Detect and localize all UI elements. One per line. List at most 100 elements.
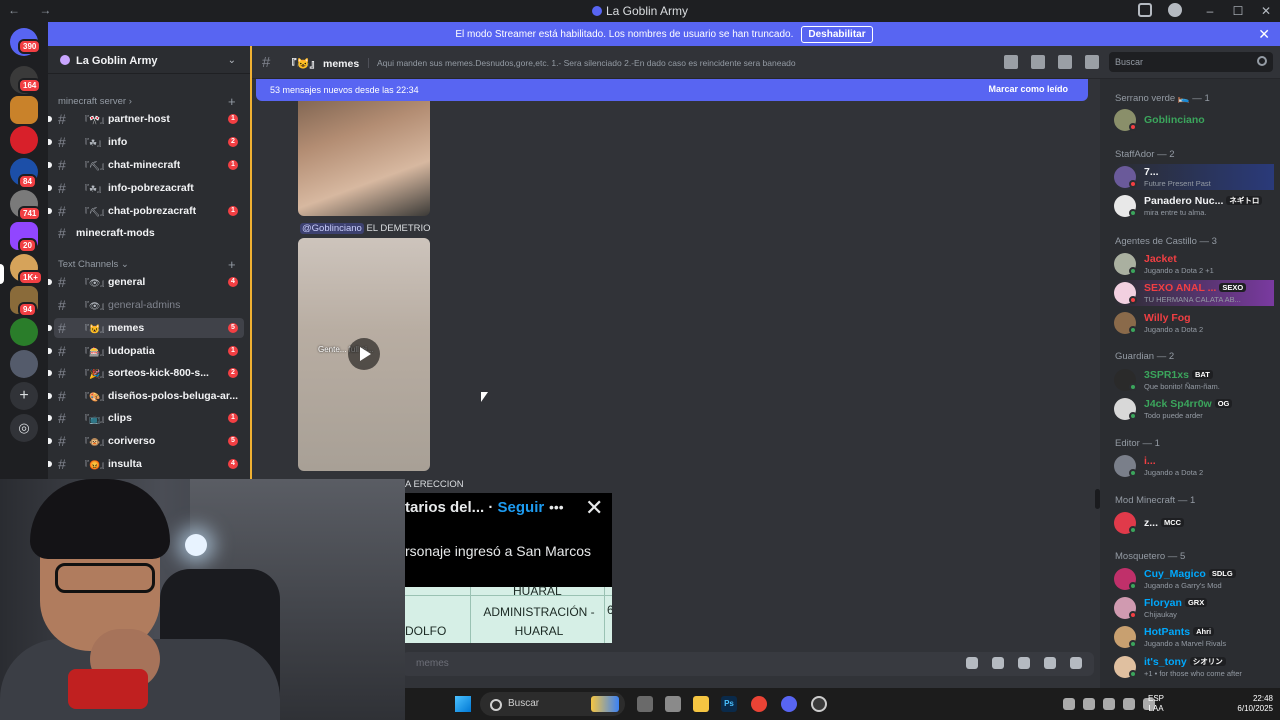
onedrive-icon[interactable] [1083,698,1095,710]
member-item[interactable]: Panadero Nuc... ネギトロ mira entre tu alma. [1114,193,1274,219]
tray-app-icon[interactable] [1123,698,1135,710]
mention-badge: 2 [228,137,238,147]
channel-item[interactable]: # 『🎰』 ludopatia 1 [48,341,244,361]
discover-icon[interactable]: ◎ [10,414,38,442]
minimize-button[interactable]: – [1196,0,1224,22]
channel-item[interactable]: # 『🎌』 partner-host 1 [48,109,244,129]
channel-item[interactable]: # 『🐵』 coriverso 5 [48,431,244,451]
channel-item[interactable]: # 『🎉』 sorteos-kick-800-s... 2 [48,363,244,383]
server-icon[interactable] [10,318,38,346]
add-channel-icon[interactable]: + [228,257,236,272]
disable-streamer-button[interactable]: Deshabilitar [801,25,873,43]
member-item[interactable]: HotPants Ahri Jugando a Marvel Rivals [1114,624,1274,650]
file-explorer-icon[interactable] [693,696,709,712]
hash-icon: # [58,343,66,359]
threads-icon[interactable] [1004,55,1018,69]
gif-icon[interactable] [992,657,1004,669]
play-icon[interactable] [348,338,380,370]
channel-item[interactable]: # 『🎨』 diseños-polos-beluga-ar... [48,386,244,406]
close-icon[interactable]: ✕ [585,495,603,521]
guild-tag: シオリン [1189,657,1226,666]
pin-icon[interactable] [1058,55,1072,69]
discord-taskbar-icon[interactable] [781,696,797,712]
member-item[interactable]: it's_tony シオリン +1 • for those who come aft… [1114,654,1274,680]
unread-pip [48,208,52,214]
channel-item[interactable]: # 『⛏』 chat-minecraft 1 [48,155,244,175]
app-icon[interactable] [811,696,827,712]
tray-app-icon[interactable] [1103,698,1115,710]
member-item[interactable]: z... MCC [1114,510,1274,536]
user-mention[interactable]: @Goblinciano [300,223,364,234]
channel-item-memes[interactable]: # 『😺』 memes 5 [48,318,244,338]
chevron-down-icon[interactable]: ⌄ [228,55,236,66]
member-item[interactable]: Goblinciano [1114,107,1274,133]
search-highlight-icon [591,696,619,712]
hash-icon: # [262,54,271,71]
member-item[interactable]: Floryan GRX Chijaukay [1114,595,1274,621]
video-attachment[interactable]: Gente... full ci... [298,238,430,471]
status-indicator [1129,383,1137,391]
unread-pip [48,461,52,467]
close-window-button[interactable]: ✕ [1252,0,1280,22]
new-messages-bar[interactable]: 53 mensajes nuevos desde las 22:34 Marca… [256,79,1088,101]
hash-icon: # [58,134,66,150]
channel-item[interactable]: # 『👁』 general-admins [54,295,244,315]
inbox-icon[interactable] [1138,3,1152,17]
clock[interactable]: 22:48 6/10/2025 [1223,694,1273,714]
app-icon[interactable] [665,696,681,712]
member-group-title: StaffAdor — 2 [1115,149,1175,160]
chevron-up-icon[interactable] [1063,698,1075,710]
close-icon[interactable]: ✕ [1258,26,1270,43]
taskbar-search[interactable]: Buscar [480,692,625,716]
channel-item[interactable]: # 『⛏』 chat-pobrezacraft 1 [48,201,244,221]
server-icon[interactable] [10,126,38,154]
mention-badge: 1 [228,346,238,356]
search-input[interactable]: Buscar [1109,52,1273,72]
channel-item[interactable]: # 『👁』 general 4 [48,272,244,292]
guild-tag: GRX [1184,598,1208,607]
task-view-icon[interactable] [637,696,653,712]
member-group-title: Guardian — 2 [1115,351,1175,362]
chrome-icon[interactable] [751,696,767,712]
system-tray [1063,698,1155,710]
category-minecraft-server[interactable]: minecraft server › + [58,94,236,109]
channel-item[interactable]: # 『😡』 insulta 4 [48,454,244,474]
server-icon[interactable] [10,96,38,124]
member-item[interactable]: SEXO ANAL ... SEXO TU HERMANA CALATA AB... [1114,280,1274,306]
more-options-icon[interactable]: ••• [549,499,564,515]
channel-item[interactable]: # 『☘』 info 2 [48,132,244,152]
server-badge: 390 [18,39,42,54]
apps-icon[interactable] [1070,657,1082,669]
member-item[interactable]: Jacket Jugando a Dota 2 +1 [1114,251,1274,277]
member-item[interactable]: Cuy_Magico SDLG Jugando a Garry's Mod [1114,566,1274,592]
post-image[interactable]: HUARAL DOLFO ADMINISTRACIÓN - HUARAL 6 [405,584,612,643]
channel-item[interactable]: # 『☘』 info-pobrezacraft [48,178,244,198]
notifications-icon[interactable] [1031,55,1045,69]
hash-icon: # [58,365,66,381]
message-input[interactable]: memes [402,652,1094,676]
member-item[interactable]: i... Jugando a Dota 2 [1114,453,1274,479]
language-indicator[interactable]: ESP LAA [1148,694,1164,714]
member-item[interactable]: Willy Fog Jugando a Dota 2 [1114,310,1274,336]
member-item[interactable]: 7... Future Present Past [1114,164,1274,190]
photoshop-icon[interactable]: Ps [721,696,737,712]
member-item[interactable]: J4ck Sp4rr0w OG Todo puede arder [1114,396,1274,422]
gift-icon[interactable] [966,657,978,669]
emoji-icon[interactable] [1044,657,1056,669]
follow-button[interactable]: Seguir [498,499,545,516]
member-item[interactable]: 3SPR1xs BAT Que bonito! Ñam-ñam. [1114,367,1274,393]
category-text-channels[interactable]: Text Channels ⌄ + [58,257,236,272]
add-server-icon[interactable]: + [10,382,38,410]
hash-icon: # [58,320,66,336]
windows-start-icon[interactable] [455,696,471,712]
member-list-icon[interactable] [1085,55,1099,69]
channel-topic[interactable]: Aqui manden sus memes.Desnudos,gore,etc.… [368,58,796,68]
sticker-icon[interactable] [1018,657,1030,669]
add-channel-icon[interactable]: + [228,94,236,109]
help-icon[interactable] [1168,3,1182,17]
channel-item[interactable]: # 『📺』 clips 1 [48,408,244,428]
server-icon[interactable] [10,350,38,378]
channel-item[interactable]: # minecraft-mods [54,223,244,243]
mark-as-read-button[interactable]: Marcar como leído [988,84,1068,94]
maximize-button[interactable]: ☐ [1224,0,1252,22]
